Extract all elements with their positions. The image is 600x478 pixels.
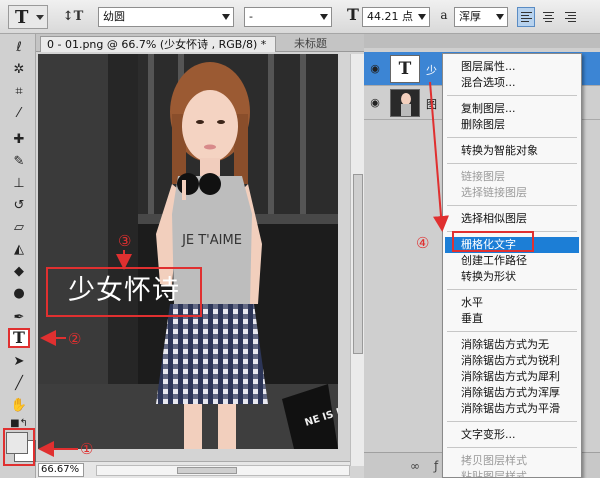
- paint-bucket-tool-icon[interactable]: ◭: [8, 240, 30, 260]
- context-menu-item[interactable]: 复制图层...: [445, 101, 579, 117]
- text-layer-on-canvas[interactable]: 少女怀诗: [46, 267, 202, 317]
- annotation-four: ④: [416, 234, 430, 252]
- antialias-select[interactable]: 浑厚: [454, 7, 508, 27]
- menu-separator: [447, 289, 577, 290]
- align-center-button[interactable]: [539, 7, 557, 27]
- menu-separator: [447, 163, 577, 164]
- menu-separator: [447, 137, 577, 138]
- magic-wand-tool-icon[interactable]: ✲: [8, 60, 30, 80]
- clone-stamp-tool-icon[interactable]: ⊥: [8, 174, 30, 194]
- lasso-tool-icon[interactable]: ℓ: [8, 38, 30, 58]
- context-menu-item[interactable]: 图层属性...: [445, 59, 579, 75]
- layer-name: 少: [426, 64, 437, 77]
- fx-icon[interactable]: ƒ: [434, 459, 438, 473]
- font-size-icon: T: [347, 5, 359, 24]
- dodge-tool-icon[interactable]: ●: [8, 284, 30, 304]
- annotation-two: ②: [68, 330, 82, 348]
- context-menu-item[interactable]: 创建工作路径: [445, 253, 579, 269]
- blur-tool-icon[interactable]: ◆: [8, 262, 30, 282]
- chevron-down-icon: [320, 14, 328, 20]
- eyedropper-tool-icon[interactable]: ⁄: [8, 104, 30, 124]
- font-family-select[interactable]: 幼圆: [98, 7, 234, 27]
- canvas-photo: JE T'AIME NE IS NO: [38, 54, 338, 449]
- context-menu-item[interactable]: 转换为智能对象: [445, 143, 579, 159]
- menu-separator: [447, 331, 577, 332]
- text-orientation-icon[interactable]: ↕T: [62, 6, 84, 28]
- context-menu-item[interactable]: 垂直: [445, 311, 579, 327]
- hand-tool-icon[interactable]: ✋: [8, 396, 30, 416]
- context-menu-item[interactable]: 选择相似图层: [445, 211, 579, 227]
- context-menu-item: 拷贝图层样式: [461, 454, 527, 467]
- antialias-value: 浑厚: [459, 10, 481, 23]
- menu-separator: [447, 421, 577, 422]
- status-bar: 66.67%: [36, 461, 350, 478]
- vertical-scrollbar[interactable]: [350, 54, 364, 466]
- chevron-down-icon: [496, 14, 504, 20]
- text-layer-thumbnail: T: [390, 55, 420, 83]
- text-tool-icon: T: [15, 7, 29, 28]
- tab-untitled-document[interactable]: 未标题: [288, 36, 364, 52]
- eraser-tool-icon[interactable]: ▱: [8, 218, 30, 238]
- context-menu-item[interactable]: 消除锯齿方式为平滑: [445, 401, 579, 417]
- antialias-icon: a: [440, 8, 448, 22]
- align-left-button[interactable]: [517, 7, 535, 27]
- annotation-one: ①: [80, 440, 94, 458]
- font-size-value: 44.21 点: [367, 10, 413, 23]
- visibility-eye-icon[interactable]: ◉: [368, 62, 382, 76]
- photo-illustration: JE T'AIME NE IS NO: [38, 54, 338, 449]
- context-menu-item[interactable]: 消除锯齿方式为浑厚: [445, 385, 579, 401]
- pen-tool-icon[interactable]: ✒: [8, 308, 30, 328]
- document-tab-bar: 0 - 01.png @ 66.7% (少女怀诗 , RGB/8) * 未标题: [36, 34, 364, 52]
- chevron-down-icon: [418, 14, 426, 20]
- image-layer-thumbnail: [390, 89, 420, 117]
- context-menu-item: 链接图层: [461, 170, 505, 183]
- context-menu-item[interactable]: 转换为形状: [445, 269, 579, 285]
- visibility-eye-icon[interactable]: ◉: [368, 96, 382, 110]
- menu-separator: [447, 205, 577, 206]
- context-menu-item[interactable]: 文字变形...: [445, 427, 579, 443]
- chevron-down-icon: [222, 14, 230, 20]
- path-selection-tool-icon[interactable]: ➤: [8, 352, 30, 372]
- font-style-select[interactable]: -: [244, 7, 332, 27]
- zoom-level-field[interactable]: 66.67%: [38, 463, 84, 477]
- rasterize-highlight-frame: [452, 231, 534, 252]
- context-menu-item[interactable]: 消除锯齿方式为锐利: [445, 353, 579, 369]
- type-tool-icon[interactable]: T: [8, 328, 30, 348]
- context-menu-item[interactable]: 水平: [445, 295, 579, 311]
- context-menu-item[interactable]: 删除图层: [445, 117, 579, 133]
- context-menu-item[interactable]: 混合选项...: [445, 75, 579, 91]
- options-bar: T ↕T 幼圆 - T 44.21 点 a 浑厚: [0, 0, 600, 34]
- context-menu-item[interactable]: 消除锯齿方式为无: [445, 337, 579, 353]
- layers-panel-header: [364, 34, 600, 48]
- font-family-value: 幼圆: [103, 10, 125, 23]
- layer-context-menu: 图层属性... 混合选项... 复制图层... 删除图层转换为智能对象链接图层选择链接…: [442, 53, 582, 478]
- context-menu-item: 粘贴图层样式: [461, 470, 527, 478]
- swatch-highlight-frame: [3, 428, 35, 466]
- font-size-select[interactable]: 44.21 点: [362, 7, 430, 27]
- align-right-button[interactable]: [561, 7, 579, 27]
- tool-preset-picker[interactable]: T: [8, 5, 48, 29]
- context-menu-item: 选择链接图层: [461, 186, 527, 199]
- link-layers-icon[interactable]: ∞: [410, 459, 420, 473]
- crop-tool-icon[interactable]: ⌗: [8, 82, 30, 102]
- menu-separator: [447, 95, 577, 96]
- menu-separator: [447, 447, 577, 448]
- chevron-down-icon: [36, 15, 44, 20]
- shirt-print-text: JE T'AIME: [181, 233, 242, 248]
- document-area: 0 - 01.png @ 66.7% (少女怀诗 , RGB/8) * 未标题: [36, 34, 364, 478]
- context-menu-item[interactable]: 消除锯齿方式为犀利: [445, 369, 579, 385]
- tab-active-document[interactable]: 0 - 01.png @ 66.7% (少女怀诗 , RGB/8) *: [40, 36, 276, 52]
- annotation-three: ③: [118, 232, 132, 250]
- healing-brush-tool-icon[interactable]: ✚: [8, 130, 30, 150]
- line-tool-icon[interactable]: ╱: [8, 374, 30, 394]
- layer-name: 图: [426, 98, 437, 111]
- history-brush-tool-icon[interactable]: ↺: [8, 196, 30, 216]
- font-style-value: -: [249, 10, 253, 23]
- brush-tool-icon[interactable]: ✎: [8, 152, 30, 172]
- horizontal-scrollbar[interactable]: [96, 465, 350, 476]
- tools-panel: ℓ ✲ ⌗ ⁄ ✚ ✎ ⊥ ↺ ▱ ◭ ◆ ● ✒ T ➤ ╱ ✋ ■↰: [0, 34, 36, 478]
